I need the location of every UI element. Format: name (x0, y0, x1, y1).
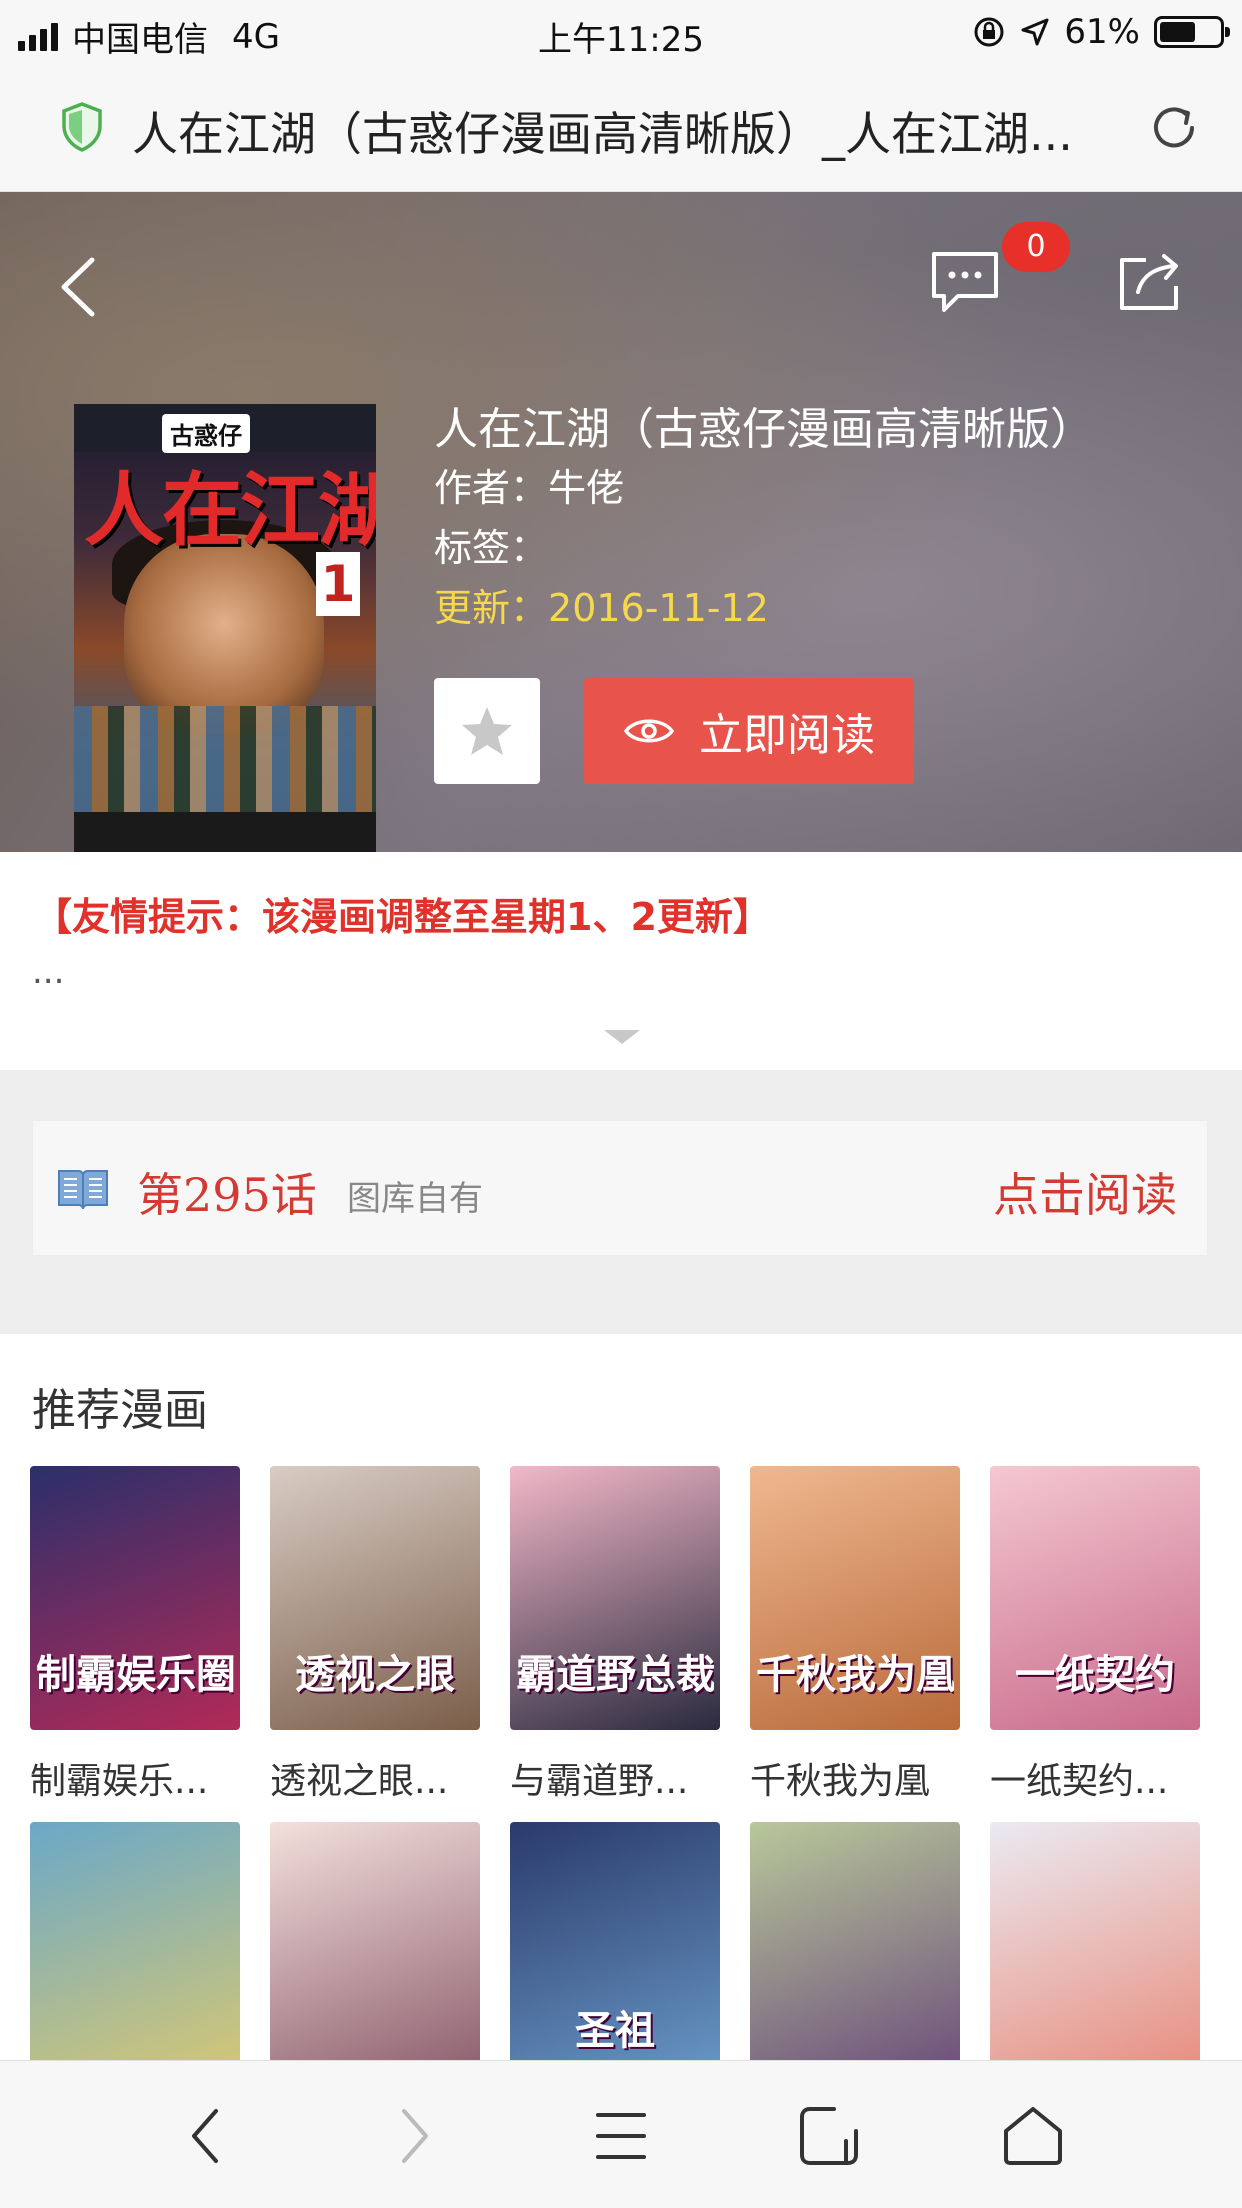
comment-icon[interactable] (928, 248, 1002, 316)
recommend-thumbnail[interactable] (750, 1822, 960, 2086)
recommend-thumbnail[interactable] (270, 1822, 480, 2086)
notice-text: 【友情提示：该漫画调整至星期1、2更新】 (34, 895, 771, 939)
share-icon[interactable] (1116, 250, 1186, 314)
battery-percent: 61% (1064, 12, 1140, 52)
recommend-thumbnail[interactable]: 霸道野总裁 (510, 1466, 720, 1730)
chapter-source: 图库自有 (347, 1179, 483, 1219)
recommend-thumbnail-title: 圣祖 (575, 2008, 655, 2054)
recommend-thumbnail-title: 千秋我为凰 (756, 1652, 954, 1698)
recommend-thumbnail-title: 制霸娱乐圈 (36, 1652, 234, 1698)
update-date: 2016-11-12 (548, 586, 769, 630)
comic-header: 0 古惑仔 人在江湖 1 人在江湖（古惑仔漫画高清晰版） 作者：牛佬 标签： 更… (0, 192, 1242, 852)
recommend-item[interactable]: 一纸契约 一纸契约... (990, 1466, 1200, 1804)
url-bar[interactable]: 人在江湖（古惑仔漫画高清晰版）_人在江湖... (0, 64, 1242, 192)
recommend-item[interactable]: 千秋我为凰 千秋我为凰 (750, 1466, 960, 1804)
click-to-read-link[interactable]: 点击阅读 (993, 1159, 1177, 1225)
shield-icon (62, 102, 102, 152)
author-name: 牛佬 (548, 466, 625, 510)
battery-icon (1154, 16, 1230, 48)
orientation-lock-icon (974, 17, 1004, 47)
message-count-badge: 0 (1002, 222, 1070, 272)
recommend-item-name[interactable]: 与霸道野... (510, 1752, 730, 1804)
recommend-thumbnail[interactable]: 圣祖 (510, 1822, 720, 2086)
recommend-item-name[interactable]: 千秋我为凰 (750, 1752, 970, 1804)
author-label: 作者： (434, 466, 549, 510)
recommend-thumbnail[interactable] (30, 1822, 240, 2086)
recommend-section: 推荐漫画 制霸娱乐圈 制霸娱乐... 透视之眼 透视之眼... 霸道野总裁 与霸道野...… (0, 1334, 1242, 2086)
comic-cover-image[interactable]: 古惑仔 人在江湖 1 (74, 404, 376, 852)
browser-home-icon[interactable] (998, 2101, 1068, 2171)
star-icon (462, 707, 512, 755)
recommend-thumbnail-title: 透视之眼 (295, 1652, 455, 1698)
cover-volume-number: 1 (316, 552, 360, 616)
recommend-item-name[interactable]: 一纸契约... (990, 1752, 1210, 1804)
browser-back-icon[interactable] (172, 2101, 242, 2171)
recommend-thumbnail-title: 一纸契约 (1015, 1652, 1175, 1698)
notice-section: 【友情提示：该漫画调整至星期1、2更新】 ... (0, 852, 1242, 1070)
recommend-thumbnail[interactable]: 透视之眼 (270, 1466, 480, 1730)
favorite-button[interactable] (434, 678, 540, 784)
recommend-item[interactable]: 制霸娱乐圈 制霸娱乐... (30, 1466, 240, 1804)
recommend-item-name[interactable]: 透视之眼... (270, 1752, 490, 1804)
reload-icon[interactable] (1146, 100, 1202, 156)
location-icon (1021, 18, 1049, 46)
browser-menu-icon[interactable] (586, 2101, 656, 2171)
recommend-thumbnail-title: 霸道野总裁 (516, 1652, 714, 1698)
cover-title: 人在江湖 (84, 464, 376, 557)
browser-tabs-icon[interactable] (794, 2101, 864, 2171)
browser-bottom-bar (0, 2060, 1242, 2208)
tags-label: 标签： (434, 526, 549, 570)
expand-arrow-icon[interactable] (604, 1030, 640, 1044)
recommend-thumbnail[interactable]: 制霸娱乐圈 (30, 1466, 240, 1730)
latest-chapter-row[interactable]: 第295话 图库自有 点击阅读 (32, 1120, 1208, 1256)
browser-forward-icon[interactable] (378, 2101, 448, 2171)
latest-chapter-section: 第295话 图库自有 点击阅读 (0, 1070, 1242, 1334)
back-chevron-icon[interactable] (54, 252, 104, 322)
recommend-thumbnail[interactable] (990, 1822, 1200, 2086)
notice-ellipsis: ... (32, 952, 65, 992)
author-row: 作者：牛佬 (434, 458, 1224, 518)
cover-bottom-strip (74, 812, 376, 852)
update-label: 更新： (434, 586, 549, 630)
update-row: 更新：2016-11-12 (434, 578, 1224, 638)
recommend-item[interactable]: 霸道野总裁 与霸道野... (510, 1466, 720, 1804)
comic-info: 人在江湖（古惑仔漫画高清晰版） 作者：牛佬 标签： 更新：2016-11-12 (434, 402, 1224, 638)
recommend-heading: 推荐漫画 (32, 1385, 208, 1436)
book-icon (58, 1170, 108, 1210)
page-url-title[interactable]: 人在江湖（古惑仔漫画高清晰版）_人在江湖... (132, 98, 1132, 164)
recommend-thumbnail[interactable]: 千秋我为凰 (750, 1466, 960, 1730)
recommend-thumbnail[interactable]: 一纸契约 (990, 1466, 1200, 1730)
tags-row: 标签： (434, 518, 1224, 578)
eye-icon (623, 719, 675, 743)
recommend-item[interactable]: 透视之眼 透视之眼... (270, 1466, 480, 1804)
comic-title: 人在江湖（古惑仔漫画高清晰版） (434, 404, 1094, 455)
cover-crowd (74, 706, 376, 816)
read-now-button[interactable]: 立即阅读 (584, 678, 914, 784)
read-now-label: 立即阅读 (699, 710, 875, 761)
chapter-title: 第295话 (137, 1168, 317, 1222)
recommend-item-name[interactable]: 制霸娱乐... (30, 1752, 250, 1804)
cover-face (124, 534, 324, 734)
status-bar: 中国电信 4G 上午11:25 61% (0, 0, 1242, 64)
